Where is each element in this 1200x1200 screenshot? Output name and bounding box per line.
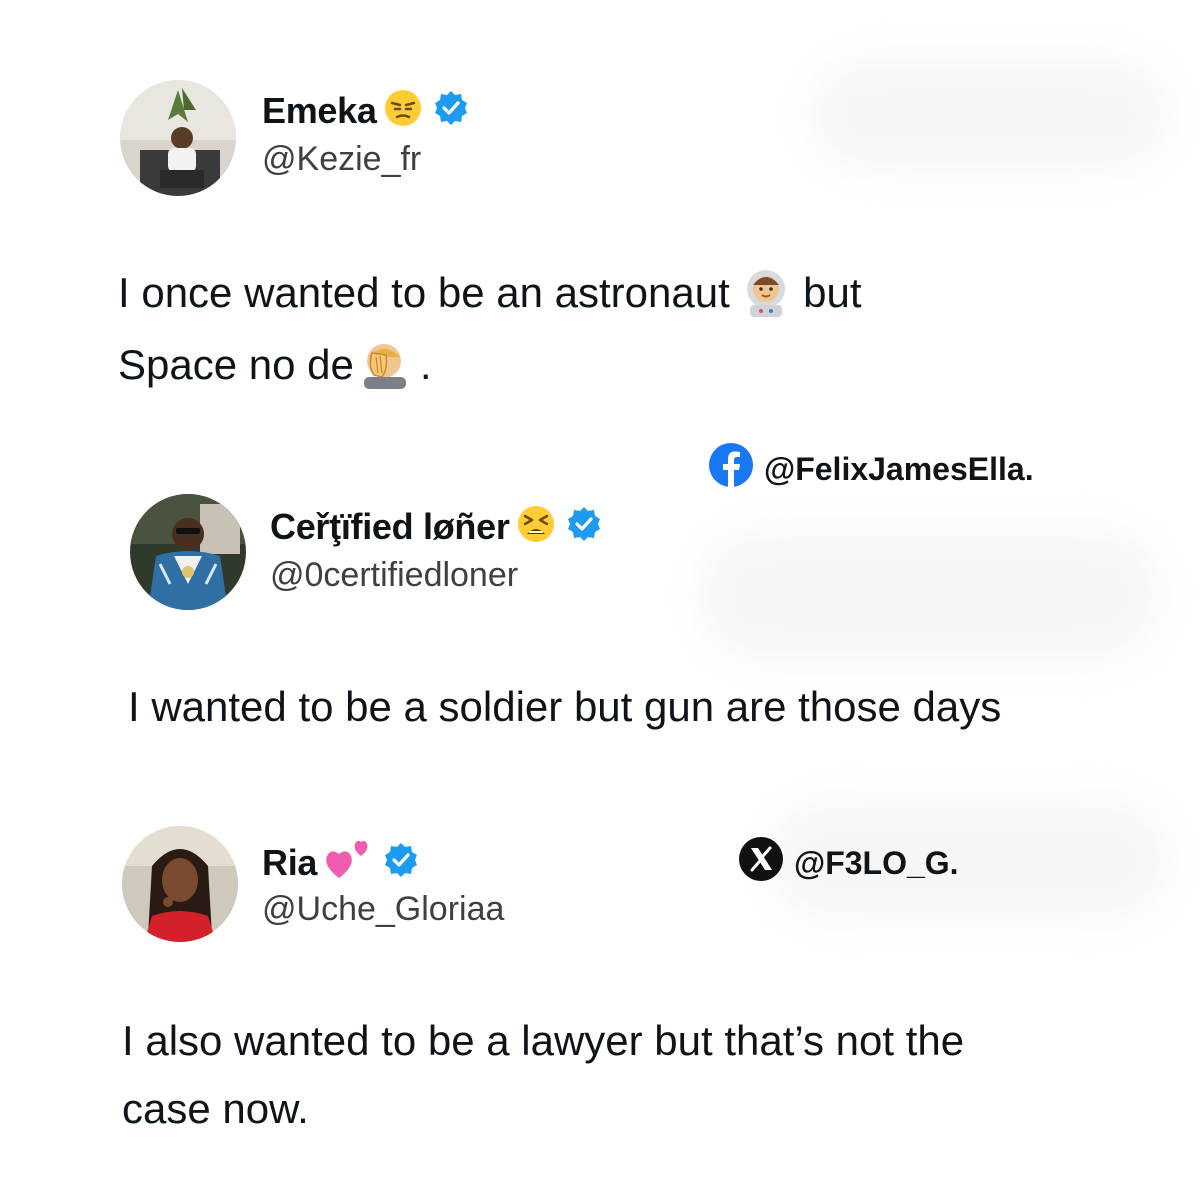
astronaut-icon	[741, 267, 791, 334]
display-name: Cеřţïfied løñer	[270, 505, 510, 547]
tweet-text-segment: Space no de	[118, 341, 354, 388]
avatar[interactable]	[120, 80, 236, 196]
name-row: Emeka	[262, 88, 469, 133]
two-hearts-icon	[323, 838, 373, 887]
blur-patch	[700, 530, 1160, 660]
tired-face-icon	[516, 504, 556, 549]
watermark-x: @F3LO_G.	[738, 836, 959, 890]
verified-badge-icon	[433, 90, 469, 131]
name-row: Cеřţïfied løñer	[270, 504, 602, 549]
verified-badge-icon	[566, 506, 602, 547]
handle[interactable]: @Uche_Gloriaa	[262, 890, 504, 929]
handle[interactable]: @Kezie_fr	[262, 140, 421, 179]
watermark-text: @F3LO_G.	[794, 844, 959, 881]
verified-badge-icon	[383, 842, 419, 883]
name-row: Ria	[262, 838, 419, 887]
facepalm-icon	[354, 339, 420, 406]
tweet-text: I once wanted to be an astronaut but Spa…	[118, 262, 862, 406]
tweet-text: I also wanted to be a lawyer but that’s …	[122, 1010, 964, 1140]
display-name: Emeka	[262, 89, 377, 131]
tweet-text: I wanted to be a soldier but gun are tho…	[128, 676, 1001, 738]
avatar[interactable]	[130, 494, 246, 610]
watermark-facebook: @FelixJamesElla.	[708, 442, 1034, 496]
tweet-line: I also wanted to be a lawyer but that’s …	[122, 1017, 965, 1064]
tweet-text-segment: I once wanted to be an astronaut	[118, 269, 730, 316]
facebook-icon	[708, 442, 754, 496]
x-icon	[738, 836, 784, 890]
tweet-line: I wanted to be a soldier but gun are tho…	[128, 683, 1002, 730]
tweet-text-segment: but	[803, 269, 862, 316]
avatar[interactable]	[122, 826, 238, 942]
display-name: Ria	[262, 841, 318, 883]
tweet-line: I once wanted to be an astronaut but	[118, 262, 862, 334]
tweet-line: Space no de .	[118, 334, 862, 406]
watermark-text: @FelixJamesElla.	[764, 450, 1034, 487]
handle[interactable]: @0certifiedloner	[270, 556, 518, 595]
tweet-line: case now.	[122, 1085, 309, 1132]
blur-patch	[810, 60, 1170, 170]
unamused-face-icon	[383, 88, 423, 133]
tweet-text-segment: .	[419, 341, 432, 388]
